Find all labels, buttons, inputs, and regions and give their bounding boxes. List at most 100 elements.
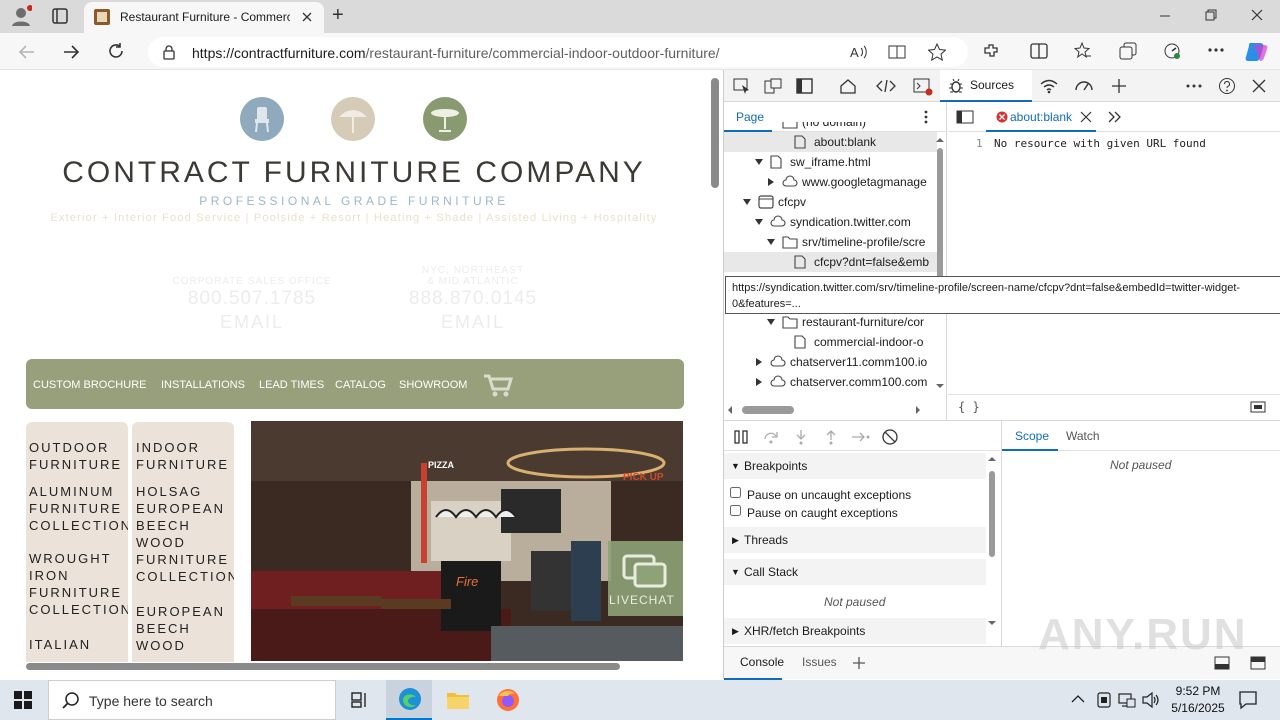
pause-icon[interactable] <box>733 429 749 445</box>
pause-caught-checkbox[interactable] <box>730 505 742 517</box>
performance-icon[interactable] <box>1163 42 1181 60</box>
expand-arrow-icon[interactable] <box>754 157 764 167</box>
corporate-email-link[interactable]: EMAIL <box>152 312 352 333</box>
debugger-scrollbar[interactable] <box>986 453 998 629</box>
tree-row[interactable]: sw_iframe.html <box>724 152 937 172</box>
page-scrollbar-horizontal[interactable] <box>26 663 626 673</box>
collapse-arrow-icon[interactable] <box>754 377 764 387</box>
nav-showroom[interactable]: SHOWROOM <box>399 379 467 391</box>
expand-arrow-icon[interactable] <box>754 217 764 227</box>
toggle-navigator-icon[interactable] <box>956 110 974 124</box>
corporate-phone[interactable]: 800.507.1785 <box>152 288 352 310</box>
omnibox[interactable]: https://contractfurniture.com/restaurant… <box>148 37 968 67</box>
tab-sources[interactable]: Sources <box>940 70 1032 102</box>
navigator-scrollbar[interactable] <box>935 138 945 408</box>
step-icon[interactable] <box>851 429 871 445</box>
tree-row[interactable]: restaurant-furniture/cor <box>724 312 937 332</box>
tab-actions-icon[interactable] <box>52 8 68 24</box>
tree-row[interactable]: about:blank <box>724 132 937 152</box>
forward-icon[interactable] <box>62 43 80 61</box>
tab-issues[interactable]: Issues <box>802 655 837 669</box>
tree-row[interactable]: commercial-indoor-o <box>724 332 937 352</box>
livechat-button[interactable]: LIVECHAT <box>609 593 675 607</box>
elements-icon[interactable] <box>876 78 896 94</box>
refresh-icon[interactable] <box>107 42 125 60</box>
firefox-icon[interactable] <box>496 688 520 712</box>
step-over-icon[interactable] <box>763 429 779 445</box>
profile-icon[interactable] <box>10 5 32 27</box>
xhr-breakpoints-section-header[interactable]: ▶ XHR/fetch Breakpoints <box>724 618 986 644</box>
tree-row[interactable]: srv/timeline-profile/scre <box>724 232 937 252</box>
collapse-arrow-icon[interactable] <box>754 357 764 367</box>
pause-uncaught-checkbox[interactable] <box>730 487 742 499</box>
nav-custom-brochure[interactable]: CUSTOM BROCHURE <box>33 379 146 391</box>
favorite-star-icon[interactable] <box>928 43 946 61</box>
notifications-icon[interactable] <box>1238 690 1258 710</box>
network-icon[interactable] <box>1040 78 1058 94</box>
back-icon[interactable] <box>18 43 36 61</box>
new-tab-button[interactable]: + <box>332 4 344 27</box>
page-scrollbar-vertical[interactable] <box>709 78 719 198</box>
devtools-more-icon[interactable] <box>1186 84 1204 100</box>
tab-console[interactable]: Console <box>740 655 784 669</box>
outdoor-furniture-link[interactable]: OUTDOOR FURNITURE <box>29 439 127 473</box>
extensions-icon[interactable] <box>982 42 1000 60</box>
tray-chevron-icon[interactable] <box>1071 693 1085 705</box>
deactivate-breakpoints-icon[interactable] <box>881 428 899 446</box>
tree-row[interactable]: syndication.twitter.com <box>724 212 937 232</box>
tree-row[interactable]: cfcpv <box>724 192 937 212</box>
step-into-icon[interactable] <box>793 429 809 445</box>
threads-section-header[interactable]: ▶ Threads <box>724 527 986 553</box>
more-tools-plus-icon[interactable] <box>1111 78 1129 94</box>
more-tabs-chevron-icon[interactable] <box>1108 111 1122 123</box>
help-icon[interactable] <box>1218 78 1236 94</box>
inspect-icon[interactable] <box>733 78 751 94</box>
network-tray-icon[interactable] <box>1118 691 1136 709</box>
console-icon[interactable] <box>913 78 933 96</box>
tree-row[interactable]: chatserver11.comm100.io <box>724 352 937 372</box>
more-icon[interactable] <box>1207 47 1225 53</box>
tree-row[interactable]: www.googletagmanage <box>724 172 937 192</box>
tray-device-icon[interactable] <box>1096 691 1112 709</box>
edge-taskbar-button[interactable] <box>386 680 432 720</box>
pretty-print-button[interactable]: { } <box>958 400 980 414</box>
collections-icon[interactable] <box>1119 42 1137 60</box>
close-tab-icon[interactable] <box>300 10 314 24</box>
navigator-hscrollbar[interactable] <box>728 404 928 416</box>
nav-catalog[interactable]: CATALOG <box>335 379 386 391</box>
tab-about-blank[interactable]: about:blank <box>986 102 1096 132</box>
copilot-icon[interactable] <box>1245 39 1269 63</box>
italian-link[interactable]: ITALIAN <box>29 636 125 653</box>
brand-title[interactable]: CONTRACT FURNITURE COMPANY <box>4 156 704 190</box>
aluminum-collections-link[interactable]: ALUMINUM FURNITURE COLLECTIONS <box>29 483 128 534</box>
close-devtools-icon[interactable] <box>1251 78 1269 94</box>
breakpoints-section-header[interactable]: ▼ Breakpoints <box>724 453 986 479</box>
tree-row[interactable]: (no domain) <box>724 122 937 132</box>
minimize-icon[interactable] <box>1158 8 1172 22</box>
expand-arrow-icon[interactable] <box>766 237 776 247</box>
nav-lead-times[interactable]: LEAD TIMES <box>259 379 324 391</box>
tab-watch[interactable]: Watch <box>1066 429 1100 443</box>
close-file-icon[interactable] <box>1080 111 1092 123</box>
collapse-arrow-icon[interactable] <box>766 177 776 187</box>
restore-icon[interactable] <box>1204 8 1218 22</box>
wrought-iron-collections-link[interactable]: WROUGHT IRON FURNITURE COLLECTIONS <box>29 550 128 618</box>
clock-time[interactable]: 9:52 PM <box>1170 684 1226 698</box>
indoor-furniture-link[interactable]: INDOOR FURNITURE <box>136 439 232 473</box>
taskbar-search[interactable]: Type here to search <box>48 680 336 720</box>
tree-row[interactable]: cfcpv?dnt=false&emb <box>724 252 937 272</box>
holsag-collection-link[interactable]: HOLSAG EUROPEAN BEECH WOOD FURNITURE COL… <box>136 483 234 585</box>
expand-arrow-icon[interactable] <box>742 197 752 207</box>
add-drawer-tab-icon[interactable] <box>852 656 866 670</box>
welcome-home-icon[interactable] <box>839 78 857 94</box>
cart-icon[interactable] <box>483 373 513 397</box>
tab-active[interactable]: Restaurant Furniture - Commercial <box>84 2 324 33</box>
immersive-reader-icon[interactable] <box>888 44 906 60</box>
url-text[interactable]: https://contractfurniture.com/restaurant… <box>192 45 720 61</box>
northeast-phone[interactable]: 888.870.0145 <box>373 288 573 310</box>
close-window-icon[interactable] <box>1250 8 1264 22</box>
dock-icon[interactable] <box>796 78 814 94</box>
tab-scope[interactable]: Scope <box>1002 421 1058 451</box>
nav-installations[interactable]: INSTALLATIONS <box>161 379 245 391</box>
northeast-email-link[interactable]: EMAIL <box>373 312 573 333</box>
